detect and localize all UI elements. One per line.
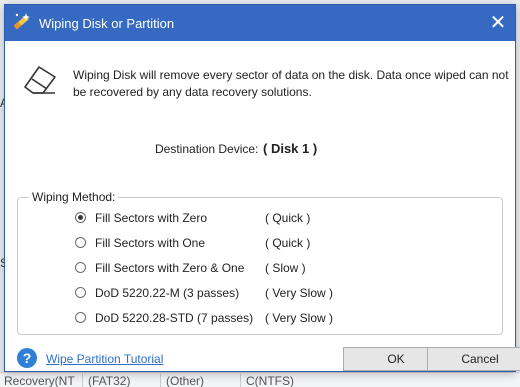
background-cell: (Other) <box>166 374 205 387</box>
close-button[interactable]: ✕ <box>481 5 515 41</box>
radio[interactable] <box>75 237 86 248</box>
dialog-titlebar[interactable]: Wiping Disk or Partition ✕ <box>5 5 515 41</box>
option-speed: ( Quick ) <box>265 236 311 250</box>
option-speed: ( Slow ) <box>265 261 306 275</box>
wiping-method-label: Wiping Method: <box>29 190 119 204</box>
wipe-tutorial-link[interactable]: Wipe Partition Tutorial <box>46 352 163 366</box>
radio[interactable] <box>75 287 86 298</box>
option-label[interactable]: Fill Sectors with Zero <box>95 211 207 225</box>
background-cell: C(NTFS) <box>246 374 294 387</box>
option-label[interactable]: DoD 5220.22-M (3 passes) <box>95 286 239 300</box>
option-label[interactable]: DoD 5220.28-STD (7 passes) <box>95 311 253 325</box>
radio-selected[interactable] <box>75 212 86 223</box>
option-label[interactable]: Fill Sectors with Zero & One <box>95 261 244 275</box>
radio[interactable] <box>75 312 86 323</box>
help-icon[interactable]: ? <box>17 348 37 368</box>
destination-device-label: Destination Device: <box>155 142 259 156</box>
close-icon: ✕ <box>489 12 507 34</box>
option-speed: ( Quick ) <box>265 211 311 225</box>
wipe-dialog: Wiping Disk or Partition ✕ Wiping Disk w… <box>4 4 520 372</box>
cancel-button[interactable]: Cancel <box>427 347 520 371</box>
dialog-title: Wiping Disk or Partition <box>39 16 175 31</box>
option-speed: ( Very Slow ) <box>265 311 334 325</box>
radio[interactable] <box>75 262 86 273</box>
eraser-icon <box>24 66 56 94</box>
background-cell: Recovery(NT <box>4 374 75 387</box>
background-cell: (FAT32) <box>88 374 131 387</box>
wiping-method-group <box>17 197 503 335</box>
wipe-warning-text: Wiping Disk will remove every sector of … <box>73 68 509 99</box>
option-label[interactable]: Fill Sectors with One <box>95 236 205 250</box>
background-partition-row: Recovery(NT (FAT32) (Other) C(NTFS) <box>0 372 520 387</box>
option-speed: ( Very Slow ) <box>265 286 334 300</box>
destination-device-value: ( Disk 1 ) <box>263 141 318 156</box>
minitool-wand-icon <box>13 13 30 30</box>
